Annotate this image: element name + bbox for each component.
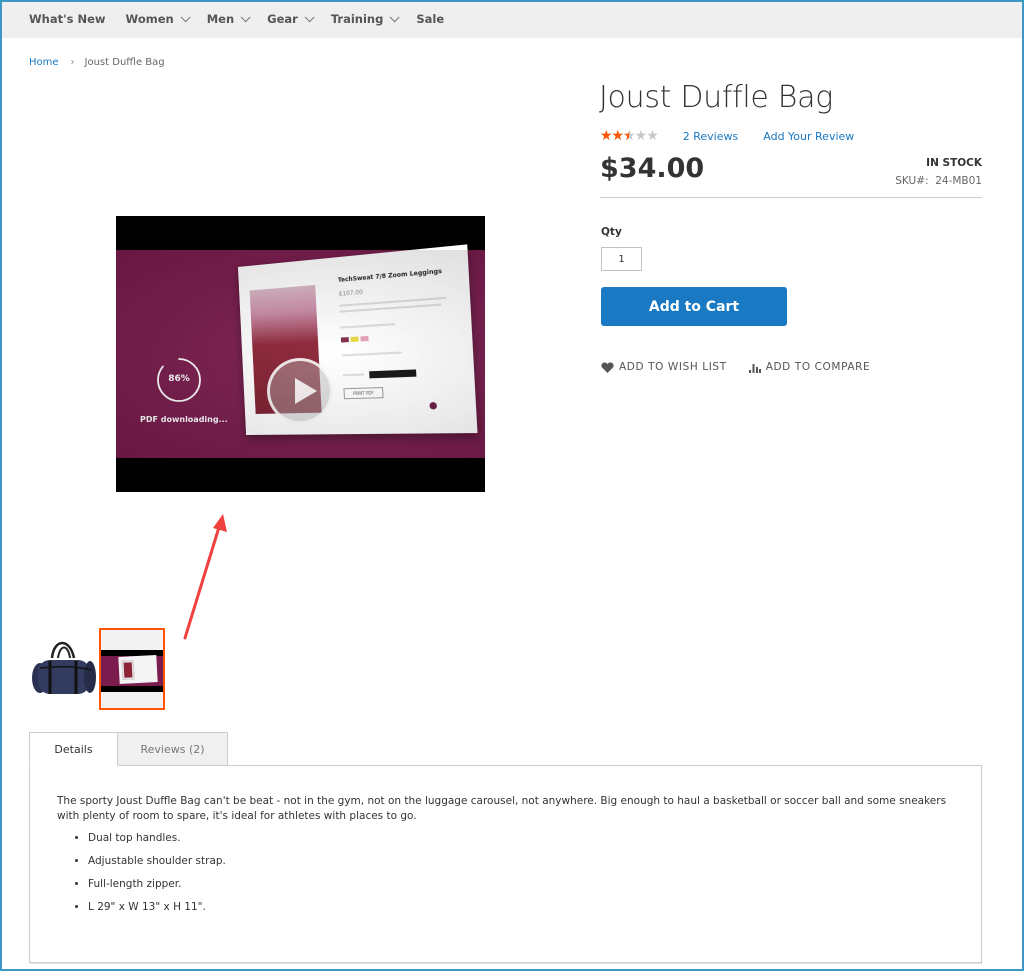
nav-item-men[interactable]: Men [206,11,251,26]
duffle-bag-icon [32,641,96,694]
play-icon[interactable] [267,358,333,424]
reviews-count-link[interactable]: 2 Reviews [683,130,738,143]
star-icon-filled: ★★★★★ [600,129,629,143]
nav-label: Men [206,12,235,26]
product-social-actions: ADD TO WISH LIST ADD TO COMPARE [601,361,870,373]
card-dot [429,402,438,410]
product-sku: SKU#: 24-MB01 [895,175,982,187]
card-product-title: TechSweat 7/8 Zoom Leggings [337,267,443,284]
card-qty [342,373,365,377]
details-panel: The sporty Joust Duffle Bag can't be bea… [29,765,982,963]
wishlist-label: ADD TO WISH LIST [619,361,727,373]
product-tabs: Details Reviews (2) [29,732,228,766]
thumbnail-video[interactable] [99,628,165,710]
qty-input[interactable] [601,247,642,271]
nav-label: Women [125,12,174,26]
qty-label: Qty [601,226,622,238]
card-product-price: $107.00 [338,288,364,298]
thumbnail-bag[interactable] [30,628,96,710]
sku-value: 24-MB01 [935,175,982,187]
feature-list: Dual top handles. Adjustable shoulder st… [88,831,226,923]
add-review-link[interactable]: Add Your Review [763,130,854,143]
heart-icon [601,361,614,373]
nav-item-whats-new[interactable]: What's New [29,12,106,26]
tab-reviews[interactable]: Reviews (2) [118,732,228,766]
breadcrumb-current: Joust Duffle Bag [84,57,165,68]
breadcrumb: Home › Joust Duffle Bag [29,57,165,68]
card-text-line [339,296,447,307]
breadcrumb-separator: › [70,57,75,68]
product-description: The sporty Joust Duffle Bag can't be bea… [57,795,947,822]
compare-chart-icon [748,363,761,373]
nav-item-women[interactable]: Women [125,11,191,26]
tab-details[interactable]: Details [29,732,118,766]
stock-status: IN STOCK [926,157,982,169]
card-text-line [339,303,442,313]
product-video-player[interactable]: 86% PDF downloading... TechSweat 7/8 Zoo… [116,216,485,492]
nav-label: What's New [29,12,106,26]
add-to-compare-link[interactable]: ADD TO COMPARE [748,361,871,373]
rating-summary: ★★★★★ ★★★★★ 2 Reviews Add Your Review [600,129,854,143]
download-status-text: PDF downloading... [140,415,228,424]
divider [600,197,982,198]
video-product-card: TechSweat 7/8 Zoom Leggings $107.00 PRIN… [237,244,478,436]
product-title: Joust Duffle Bag [599,80,833,115]
top-navigation: What's New Women Men Gear Training Sale [0,0,1024,38]
card-text-line [340,323,396,329]
color-swatch [350,336,359,342]
nav-label: Gear [267,12,298,26]
feature-item: Adjustable shoulder strap. [88,854,226,869]
chevron-down-icon [389,11,400,22]
rating-stars: ★★★★★ ★★★★★ [600,129,659,143]
nav-item-training[interactable]: Training [330,11,400,26]
leggings-photo [249,284,322,414]
breadcrumb-home-link[interactable]: Home [29,57,59,68]
progress-ring-icon [157,358,201,402]
card-print-pdf: PRINT PDF [343,387,384,400]
chevron-down-icon [180,11,191,22]
feature-item: Dual top handles. [88,831,226,846]
nav-item-gear[interactable]: Gear [267,11,315,26]
color-swatch [340,337,349,343]
add-to-wishlist-link[interactable]: ADD TO WISH LIST [601,361,727,373]
nav-label: Sale [416,12,445,26]
annotation-arrow-icon [183,514,227,640]
sku-label: SKU#: [895,175,929,187]
chevron-down-icon [240,11,251,22]
card-add-to-cart [369,369,417,379]
nav-label: Training [330,12,384,26]
feature-item: L 29" x W 13" x H 11". [88,900,226,915]
add-to-cart-button[interactable]: Add to Cart [601,287,787,326]
product-price: $34.00 [600,153,705,184]
nav-item-sale[interactable]: Sale [416,12,444,26]
chevron-down-icon [304,11,315,22]
feature-item: Full-length zipper. [88,877,226,892]
video-thumbnail-card [118,655,158,684]
video-frame: 86% PDF downloading... TechSweat 7/8 Zoo… [116,244,485,458]
card-size-row [341,351,402,357]
color-swatch [360,335,369,342]
compare-label: ADD TO COMPARE [765,361,871,373]
download-progress-text: 86% [168,374,190,384]
